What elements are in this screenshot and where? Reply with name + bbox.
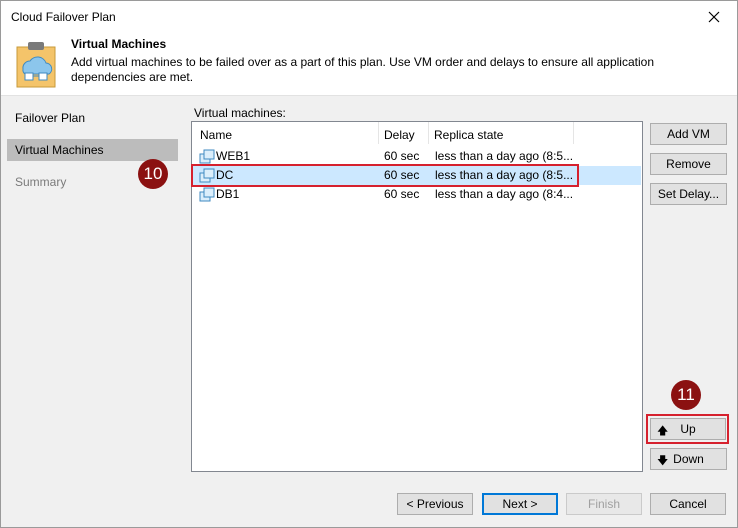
arrow-up-icon: 🡅 xyxy=(657,425,669,437)
column-separator xyxy=(573,122,574,144)
failover-plan-icon xyxy=(16,42,56,88)
step-callout-badge: 11 xyxy=(671,380,701,410)
column-header-replica-state[interactable]: Replica state xyxy=(434,128,503,142)
selected-row-highlight xyxy=(191,164,579,187)
vm-replica-state: less than a day ago (8:4... xyxy=(435,187,574,201)
cloud-failover-plan-window: Cloud Failover Plan Virtual Machines Add… xyxy=(0,0,738,528)
arrow-down-icon: 🡇 xyxy=(657,455,669,467)
cancel-button[interactable]: Cancel xyxy=(650,493,726,515)
next-button[interactable]: Next > xyxy=(482,493,558,515)
remove-button[interactable]: Remove xyxy=(650,153,727,175)
vm-delay: 60 sec xyxy=(384,149,420,163)
virtual-machines-label: Virtual machines: xyxy=(194,106,286,120)
move-up-label: Up xyxy=(680,422,696,436)
finish-button: Finish xyxy=(566,493,642,515)
close-icon xyxy=(708,11,720,23)
vm-name: DB1 xyxy=(216,187,240,201)
column-header-name[interactable]: Name xyxy=(200,128,232,142)
vm-replica-state: less than a day ago (8:5... xyxy=(435,149,574,163)
column-separator xyxy=(428,122,429,144)
page-title: Virtual Machines xyxy=(71,37,167,51)
move-down-label: Down xyxy=(673,452,704,466)
vm-delay: 60 sec xyxy=(384,187,420,201)
window-title: Cloud Failover Plan xyxy=(11,10,116,24)
vm-icon xyxy=(199,149,215,164)
previous-button[interactable]: < Previous xyxy=(397,493,473,515)
title-bar: Cloud Failover Plan xyxy=(1,1,737,33)
vm-name: WEB1 xyxy=(216,149,251,163)
move-down-button[interactable]: 🡇 Down xyxy=(650,448,727,470)
add-vm-button[interactable]: Add VM xyxy=(650,123,727,145)
table-row[interactable]: DB1 60 sec less than a day ago (8:4... xyxy=(193,185,641,204)
page-description: Add virtual machines to be failed over a… xyxy=(71,55,654,84)
set-delay-button[interactable]: Set Delay... xyxy=(650,183,727,205)
vm-icon xyxy=(199,187,215,202)
column-header-delay[interactable]: Delay xyxy=(384,128,415,142)
column-separator xyxy=(378,122,379,144)
close-button[interactable] xyxy=(691,1,737,33)
move-up-button[interactable]: 🡅 Up xyxy=(650,418,726,440)
step-failover-plan[interactable]: Failover Plan xyxy=(7,107,178,129)
step-callout-badge: 10 xyxy=(138,159,168,189)
wizard-header: Virtual Machines Add virtual machines to… xyxy=(1,33,737,96)
step-virtual-machines[interactable]: Virtual Machines xyxy=(7,139,178,161)
